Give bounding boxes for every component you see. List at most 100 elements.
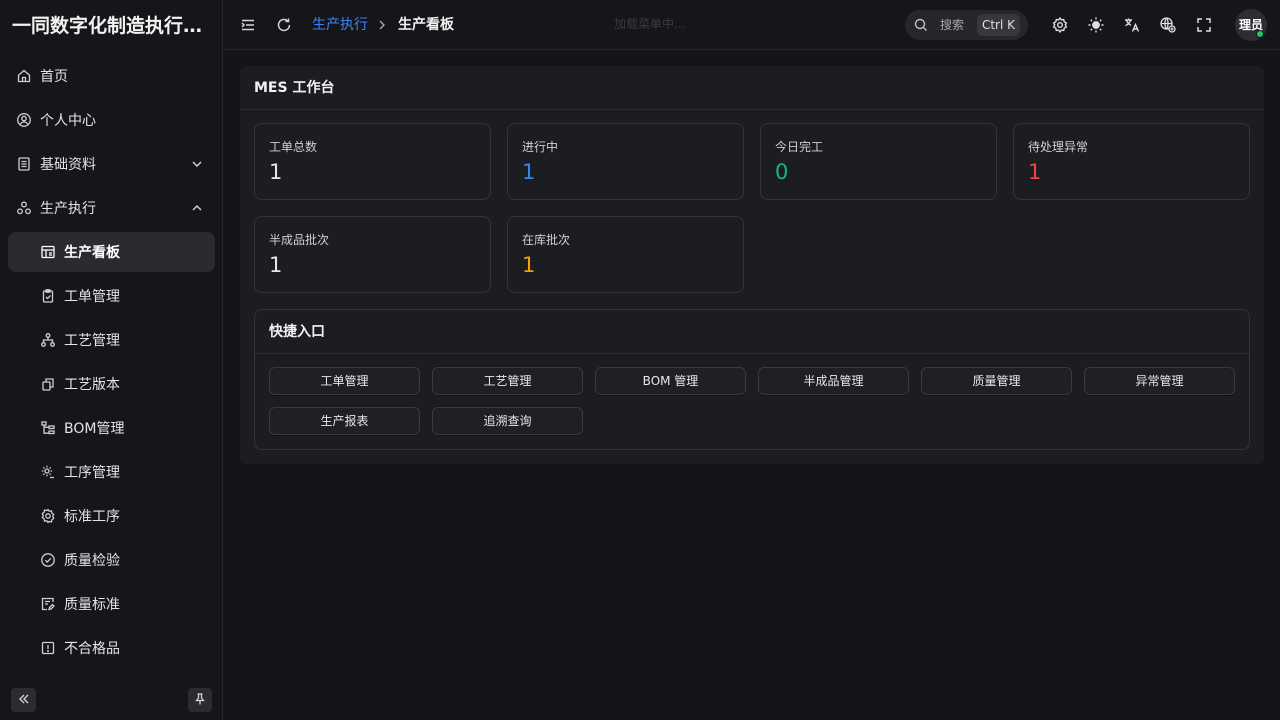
quick-semi-finished-button[interactable]: 半成品管理	[758, 367, 909, 395]
stat-label: 今日完工	[775, 140, 824, 154]
stat-card-total-orders: 工单总数 1	[254, 123, 491, 200]
collapse-sidebar-button[interactable]	[11, 688, 36, 712]
quick-bom-button[interactable]: BOM 管理	[595, 367, 746, 395]
hierarchy-icon	[40, 332, 56, 348]
quick-traceability-button[interactable]: 追溯查询	[432, 407, 583, 435]
alert-square-icon	[40, 640, 56, 656]
copy-icon	[40, 376, 56, 392]
document-list-icon	[16, 156, 32, 172]
sidebar-item-label: 工单管理	[64, 289, 120, 305]
refresh-icon[interactable]	[274, 15, 294, 35]
user-circle-icon	[16, 112, 32, 128]
breadcrumb-production[interactable]: 生产执行	[312, 15, 368, 35]
sidebar-item-label: 个人中心	[40, 113, 96, 129]
stat-value: 1	[522, 253, 536, 277]
tree-list-icon	[40, 420, 56, 436]
stat-label: 半成品批次	[269, 233, 330, 247]
chevron-up-icon[interactable]	[189, 200, 205, 216]
search-shortcut: Ctrl K	[977, 14, 1020, 36]
sidebar-item-label: 工艺版本	[64, 377, 120, 393]
sidebar-item-label: 工艺管理	[64, 333, 120, 349]
sidebar-item-production-board[interactable]: 生产看板	[8, 232, 215, 272]
divider	[240, 109, 1264, 110]
translate-icon[interactable]	[1122, 15, 1142, 35]
sidebar-item-quality-inspection[interactable]: 质量检验	[8, 540, 215, 580]
sidebar-item-label: 生产执行	[40, 201, 96, 217]
stat-label: 待处理异常	[1028, 140, 1089, 154]
breadcrumb-current: 生产看板	[398, 17, 454, 33]
stat-label: 在库批次	[522, 233, 571, 247]
home-icon	[16, 68, 32, 84]
sidebar-item-operations[interactable]: 工序管理	[8, 452, 215, 492]
chevron-down-icon[interactable]	[189, 156, 205, 172]
fullscreen-icon[interactable]	[1194, 15, 1214, 35]
stat-label: 进行中	[522, 140, 559, 154]
stat-card-semi-finished-batches: 半成品批次 1	[254, 216, 491, 293]
quick-access-panel: 快捷入口 工单管理 工艺管理 BOM 管理 半成品管理 质量管理 异常管理 生产…	[254, 309, 1250, 450]
settings-gear-icon[interactable]	[1050, 15, 1070, 35]
sidebar-item-process[interactable]: 工艺管理	[8, 320, 215, 360]
check-circle-icon	[40, 552, 56, 568]
flow-nodes-icon	[16, 200, 32, 216]
sidebar-item-label: 基础资料	[40, 157, 96, 173]
chevron-right-icon	[376, 17, 388, 31]
quick-access-title: 快捷入口	[269, 324, 325, 340]
sidebar-item-label: BOM管理	[64, 421, 125, 437]
stat-card-in-stock-batches: 在库批次 1	[507, 216, 744, 293]
quick-production-report-button[interactable]: 生产报表	[269, 407, 420, 435]
cog-icon	[40, 508, 56, 524]
pin-icon	[193, 691, 207, 710]
sidebar-item-label: 质量标准	[64, 597, 120, 613]
calendar-board-icon	[40, 244, 56, 260]
online-status-dot	[1256, 30, 1264, 38]
stat-label: 工单总数	[269, 140, 318, 154]
quick-exceptions-button[interactable]: 异常管理	[1084, 367, 1235, 395]
theme-sun-icon[interactable]	[1086, 15, 1106, 35]
document-edit-icon	[40, 596, 56, 612]
stat-value: 1	[269, 253, 283, 277]
sidebar-item-standard-operations[interactable]: 标准工序	[8, 496, 215, 536]
search-placeholder: 搜索	[940, 18, 965, 32]
sidebar-item-work-orders[interactable]: 工单管理	[8, 276, 215, 316]
divider	[255, 353, 1249, 354]
sidebar-item-quality-standard[interactable]: 质量标准	[8, 584, 215, 624]
search-icon	[913, 17, 929, 33]
app-title: 一同数字化制造执行管...	[12, 15, 212, 37]
sidebar-item-basic-data[interactable]: 基础资料	[8, 144, 215, 184]
quick-quality-button[interactable]: 质量管理	[921, 367, 1072, 395]
sidebar-item-label: 质量检验	[64, 553, 120, 569]
menu-toggle-icon[interactable]	[238, 15, 258, 35]
sidebar-item-label: 首页	[40, 69, 68, 85]
sidebar-item-label: 不合格品	[64, 641, 120, 657]
page-title: MES 工作台	[254, 80, 335, 96]
sidebar-item-nonconforming[interactable]: 不合格品	[8, 628, 215, 668]
quick-work-orders-button[interactable]: 工单管理	[269, 367, 420, 395]
sidebar: 一同数字化制造执行管... 首页 个人中心 基础资料 生产执行 生产看板 工单管…	[0, 0, 223, 720]
stat-value: 1	[522, 160, 536, 184]
stat-value: 0	[775, 160, 789, 184]
sidebar-item-process-version[interactable]: 工艺版本	[8, 364, 215, 404]
stat-card-completed-today: 今日完工 0	[760, 123, 997, 200]
gear-settings-icon	[40, 464, 56, 480]
loading-text: 加载菜单中...	[614, 17, 686, 31]
stat-value: 1	[269, 160, 283, 184]
search-box[interactable]: 搜索 Ctrl K	[905, 10, 1028, 40]
sidebar-item-profile[interactable]: 个人中心	[8, 100, 215, 140]
quick-process-button[interactable]: 工艺管理	[432, 367, 583, 395]
stat-card-pending-exceptions: 待处理异常 1	[1013, 123, 1250, 200]
stat-value: 1	[1028, 160, 1042, 184]
sidebar-item-bom[interactable]: BOM管理	[8, 408, 215, 448]
stat-card-in-progress: 进行中 1	[507, 123, 744, 200]
mes-workbench-card: MES 工作台 工单总数 1 进行中 1 今日完工 0 待处理异常 1 半成品批…	[240, 66, 1264, 464]
sidebar-item-label: 工序管理	[64, 465, 120, 481]
sidebar-menu: 首页 个人中心 基础资料 生产执行 生产看板 工单管理 工艺管理 工艺版本 BO…	[8, 56, 215, 672]
double-chevron-left-icon	[17, 691, 31, 710]
sidebar-item-home[interactable]: 首页	[8, 56, 215, 96]
language-globe-icon[interactable]	[1158, 15, 1178, 35]
top-header: 生产执行 生产看板 加载菜单中... 搜索 Ctrl K 理员	[224, 0, 1280, 50]
clipboard-check-icon	[40, 288, 56, 304]
sidebar-item-label: 生产看板	[64, 245, 120, 261]
sidebar-item-production[interactable]: 生产执行	[8, 188, 215, 228]
pin-sidebar-button[interactable]	[188, 688, 212, 712]
sidebar-item-label: 标准工序	[64, 509, 120, 525]
